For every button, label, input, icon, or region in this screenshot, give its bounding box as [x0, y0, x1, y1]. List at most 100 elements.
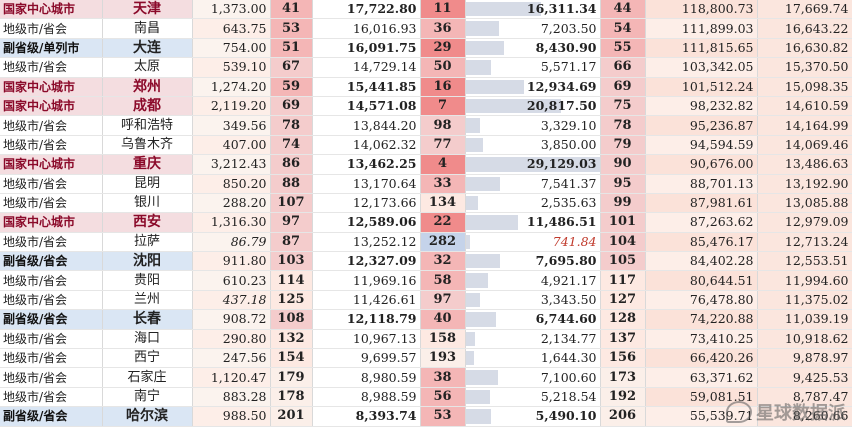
gdp-rank: 206: [600, 406, 646, 427]
city-category: 地级市/省会: [0, 348, 103, 369]
population-value: 86.79: [192, 232, 271, 253]
city-name: 贵阳: [102, 270, 193, 291]
table-row: 地级市/省会 南宁 883.28 178 8,988.59 56 5,218.54 192 59…: [0, 387, 852, 408]
gdp-bar: [465, 312, 497, 327]
gdp-bar: [465, 137, 483, 153]
gdp-text: 7,203.50: [540, 20, 597, 36]
gdp-rank: 75: [600, 96, 646, 117]
per-capita-value: 15,441.85: [312, 77, 421, 97]
per-capita-gdp-usd: 8,787.47: [757, 387, 852, 408]
gdp-text: 8,430.90: [535, 39, 597, 55]
gdp-value: 20,817.50: [465, 96, 601, 117]
gdp-value: 3,850.00: [465, 135, 601, 156]
population-rank: 107: [270, 193, 313, 214]
per-capita-gdp-usd: 9,878.97: [757, 348, 852, 369]
per-capita-value: 13,252.12: [312, 232, 421, 253]
per-capita-value: 12,118.79: [312, 309, 421, 330]
population-value: 1,316.30: [192, 212, 271, 233]
per-capita-value: 9,699.57: [312, 348, 421, 369]
per-capita-gdp-value: 59,081.51: [645, 387, 758, 408]
table-row: 国家中心城市 天津 1,373.00 41 17,722.80 11 16,311.34 44…: [0, 0, 852, 20]
per-capita-rank: 4: [420, 154, 466, 175]
per-capita-gdp-usd: 16,643.22: [757, 18, 852, 39]
table-row: 地级市/省会 呼和浩特 349.56 78 13,844.20 98 3,329.10 78 9…: [0, 115, 852, 136]
gdp-text: 16,311.34: [526, 1, 597, 17]
city-category: 副省级/省会: [0, 406, 103, 427]
gdp-value: 7,695.80: [465, 251, 601, 272]
gdp-value: 7,203.50: [465, 18, 601, 39]
per-capita-rank: 11: [420, 0, 466, 20]
per-capita-gdp-value: 111,815.65: [645, 38, 758, 59]
table-row: 副省级/省会 长春 908.72 108 12,118.79 40 6,744.60 128 7…: [0, 309, 852, 330]
population-rank: 201: [270, 406, 313, 427]
city-category: 地级市/省会: [0, 367, 103, 388]
city-name: 乌鲁木齐: [102, 135, 193, 156]
table-row: 地级市/省会 石家庄 1,120.47 179 8,980.59 38 7,100.60 17…: [0, 367, 852, 388]
gdp-bar: [465, 254, 501, 269]
gdp-text: 2,535.63: [540, 195, 597, 211]
gdp-text: 5,218.54: [540, 389, 597, 404]
per-capita-gdp-usd: 15,098.35: [757, 77, 852, 97]
gdp-bar: [465, 40, 505, 56]
per-capita-value: 10,967.13: [312, 329, 421, 350]
gdp-value: 29,129.03: [465, 154, 601, 175]
population-value: 1,120.47: [192, 367, 271, 388]
per-capita-gdp-value: 87,981.61: [645, 193, 758, 214]
per-capita-rank: 7: [420, 96, 466, 117]
table-row: 地级市/省会 西宁 247.56 154 9,699.57 193 1,644.30 156 6…: [0, 348, 852, 369]
population-value: 883.28: [192, 387, 271, 408]
gdp-rank: 54: [600, 18, 646, 39]
city-name: 呼和浩特: [102, 115, 193, 136]
gdp-text: 1,644.30: [540, 350, 597, 366]
city-category: 地级市/省会: [0, 270, 103, 291]
city-name: 南昌: [102, 18, 193, 39]
population-rank: 114: [270, 270, 313, 291]
gdp-text: 2,134.77: [540, 330, 597, 346]
per-capita-gdp-value: 103,342.05: [645, 57, 758, 78]
population-value: 850.20: [192, 174, 271, 194]
per-capita-rank: 53: [420, 406, 466, 427]
per-capita-gdp-usd: 14,069.46: [757, 135, 852, 156]
gdp-text: 3,329.10: [540, 117, 597, 133]
gdp-value: 2,535.63: [465, 193, 601, 214]
population-rank: 86: [270, 154, 313, 175]
city-category: 地级市/省会: [0, 57, 103, 78]
per-capita-gdp-value: 73,410.25: [645, 329, 758, 350]
city-name: 天津: [102, 0, 193, 20]
city-category: 地级市/省会: [0, 174, 103, 194]
gdp-rank: 101: [600, 212, 646, 233]
table-row: 地级市/省会 昆明 850.20 88 13,170.64 33 7,541.37 95 88,…: [0, 174, 852, 194]
population-rank: 74: [270, 135, 313, 156]
gdp-value: 7,100.60: [465, 367, 601, 388]
city-category: 地级市/省会: [0, 232, 103, 253]
per-capita-rank: 282: [420, 232, 466, 253]
city-name: 成都: [102, 96, 193, 117]
gdp-bar: [465, 273, 489, 288]
city-name: 昆明: [102, 174, 193, 194]
per-capita-gdp-value: 118,800.73: [645, 0, 758, 20]
per-capita-gdp-value: 85,476.17: [645, 232, 758, 253]
per-capita-gdp-usd: 9,425.53: [757, 367, 852, 388]
per-capita-gdp-value: 80,644.51: [645, 270, 758, 291]
per-capita-rank: 97: [420, 290, 466, 311]
city-name: 银川: [102, 193, 193, 214]
gdp-text: 6,744.60: [535, 311, 597, 327]
gdp-text: 29,129.03: [526, 156, 597, 172]
population-rank: 154: [270, 348, 313, 369]
table-row: 副省级/省会 哈尔滨 988.50 201 8,393.74 53 5,490.10 206 5…: [0, 406, 852, 427]
per-capita-gdp-value: 94,594.59: [645, 135, 758, 156]
per-capita-gdp-usd: 12,979.09: [757, 212, 852, 233]
population-value: 1,373.00: [192, 0, 271, 20]
city-name: 郑州: [102, 77, 193, 97]
gdp-value: 5,571.17: [465, 57, 601, 78]
gdp-text: 7,541.37: [540, 175, 597, 191]
table-row: 地级市/省会 银川 288.20 107 12,173.66 134 2,535.63 99 8…: [0, 193, 852, 214]
city-name: 西宁: [102, 348, 193, 369]
population-value: 539.10: [192, 57, 271, 78]
gdp-text: 3,850.00: [540, 136, 597, 152]
city-name: 南宁: [102, 387, 193, 408]
population-value: 2,119.20: [192, 96, 271, 117]
per-capita-gdp-usd: 8,260.66: [757, 406, 852, 427]
population-rank: 103: [270, 251, 313, 272]
per-capita-gdp-usd: 11,375.02: [757, 290, 852, 311]
